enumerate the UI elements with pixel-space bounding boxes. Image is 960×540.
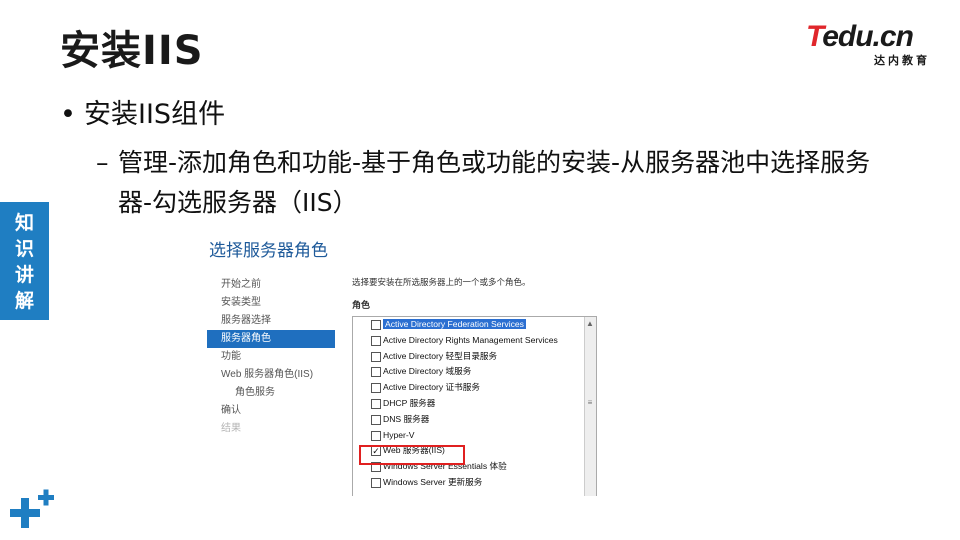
bullet-sub-text: 管理-添加角色和功能-基于角色或功能的安装-从服务器池中选择服务器-勾选服务器（… bbox=[118, 148, 871, 217]
role-label: DNS 服务器 bbox=[383, 413, 430, 424]
checkbox-icon[interactable] bbox=[371, 320, 381, 330]
checkbox-icon[interactable] bbox=[371, 367, 381, 378]
nav-item[interactable]: 功能 bbox=[207, 348, 335, 366]
role-row[interactable]: Active Directory Federation Services bbox=[353, 317, 596, 333]
checkbox-icon[interactable] bbox=[371, 383, 381, 394]
nav-item[interactable]: Web 服务器角色(IIS) bbox=[207, 366, 335, 384]
role-label: Active Directory Rights Management Servi… bbox=[383, 334, 558, 345]
wizard-title: 选择服务器角色 bbox=[209, 241, 328, 260]
role-label: Active Directory Federation Services bbox=[383, 319, 526, 329]
role-row[interactable]: Active Directory 证书服务 bbox=[353, 380, 596, 396]
highlight-box bbox=[359, 445, 465, 465]
role-label: Active Directory 证书服务 bbox=[383, 382, 480, 393]
role-label: Windows Server 更新服务 bbox=[383, 476, 483, 487]
role-row[interactable]: Active Directory Rights Management Servi… bbox=[353, 333, 596, 349]
tedu-logo: Tedu.cn 达内教育 bbox=[806, 22, 936, 68]
nav-item[interactable]: 开始之前 bbox=[207, 276, 335, 294]
nav-item[interactable]: 安装类型 bbox=[207, 294, 335, 312]
checkbox-icon[interactable] bbox=[371, 477, 381, 488]
checkbox-icon[interactable] bbox=[371, 398, 381, 409]
wizard-nav: 开始之前 安装类型 服务器选择 服务器角色 功能 Web 服务器角色(IIS) 角色服务 确认… bbox=[207, 276, 335, 438]
nav-item[interactable]: 服务器角色 bbox=[207, 330, 335, 348]
role-label: Active Directory 域服务 bbox=[383, 366, 472, 377]
side-tab-knowledge: 知 识 讲 解 bbox=[0, 202, 49, 320]
nav-item[interactable]: 角色服务 bbox=[207, 384, 335, 402]
role-row[interactable]: Hyper-V bbox=[353, 428, 596, 444]
checkbox-icon[interactable] bbox=[371, 351, 381, 362]
role-row[interactable]: DHCP 服务器 bbox=[353, 396, 596, 412]
checkbox-icon[interactable] bbox=[371, 335, 381, 346]
bullet-dot: • bbox=[60, 99, 76, 130]
bullet-dash: – bbox=[96, 148, 109, 177]
roles-label: 角色 bbox=[352, 300, 371, 310]
role-row[interactable]: Active Directory 域服务 bbox=[353, 364, 596, 380]
slide-title: 安装IIS bbox=[60, 28, 204, 74]
scroll-grip-icon[interactable]: ≡ bbox=[586, 399, 594, 407]
bullet-main: • 安装IIS组件 bbox=[60, 99, 226, 130]
nav-item[interactable]: 确认 bbox=[207, 402, 335, 420]
logo-wordmark: Tedu.cn bbox=[806, 20, 914, 53]
nav-item[interactable]: 服务器选择 bbox=[207, 312, 335, 330]
roles-list[interactable]: Active Directory Federation Services Acti… bbox=[352, 316, 597, 496]
role-row[interactable]: DNS 服务器 bbox=[353, 412, 596, 428]
role-label: Hyper-V bbox=[383, 429, 415, 440]
logo-subtitle: 达内教育 bbox=[874, 54, 930, 67]
role-row[interactable]: Active Directory 轻型目录服务 bbox=[353, 349, 596, 365]
checkbox-icon[interactable] bbox=[371, 430, 381, 441]
role-label: Active Directory 轻型目录服务 bbox=[383, 350, 498, 361]
scroll-up-icon[interactable]: ▲ bbox=[585, 319, 595, 328]
role-row[interactable]: Windows Server 更新服务 bbox=[353, 475, 596, 491]
nav-item: 结果 bbox=[221, 423, 241, 434]
roles-scrollbar[interactable]: ▲ ≡ bbox=[584, 317, 596, 496]
server-roles-screenshot: 选择服务器角色 开始之前 安装类型 服务器选择 服务器角色 功能 Web 服务器角色(II… bbox=[207, 232, 603, 496]
checkbox-icon[interactable] bbox=[371, 414, 381, 425]
bullet-sub: – 管理-添加角色和功能-基于角色或功能的安装-从服务器池中选择服务器-勾选服务… bbox=[96, 143, 896, 223]
roles-description: 选择要安装在所选服务器上的一个或多个角色。 bbox=[352, 277, 531, 287]
role-label: DHCP 服务器 bbox=[383, 397, 436, 408]
plus-decoration-icon bbox=[10, 489, 54, 528]
